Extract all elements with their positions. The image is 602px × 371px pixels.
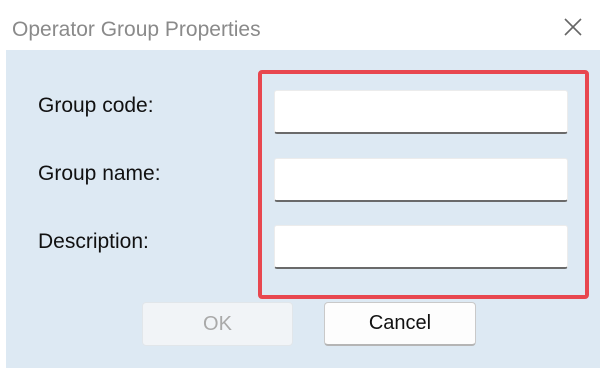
close-icon	[564, 18, 582, 36]
description-input[interactable]	[274, 225, 568, 269]
ok-button[interactable]: OK	[142, 302, 293, 346]
group-name-label: Group name:	[38, 162, 161, 185]
close-button[interactable]	[556, 12, 590, 42]
cancel-button[interactable]: Cancel	[324, 302, 476, 346]
window-title: Operator Group Properties	[12, 18, 261, 41]
group-code-input[interactable]	[274, 90, 568, 134]
description-label: Description:	[38, 230, 149, 253]
group-code-label: Group code:	[38, 94, 154, 117]
operator-group-properties-dialog: Operator Group Properties Group code: Gr…	[6, 6, 600, 368]
group-name-input[interactable]	[274, 158, 568, 202]
title-bar: Operator Group Properties	[6, 6, 600, 50]
